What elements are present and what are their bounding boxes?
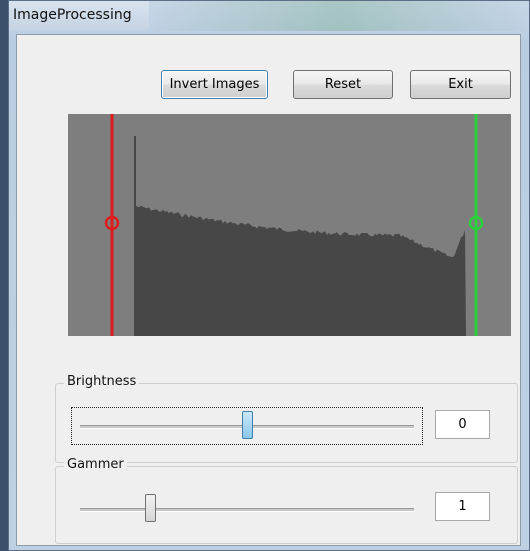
window-title: ImageProcessing <box>13 7 132 23</box>
histogram-panel[interactable] <box>68 114 511 336</box>
brightness-slider[interactable] <box>71 407 423 445</box>
gamma-value-field[interactable]: 1 <box>435 492 490 521</box>
low-level-marker[interactable] <box>104 114 120 336</box>
gamma-slider[interactable] <box>72 491 422 527</box>
gamma-slider-thumb[interactable] <box>145 494 156 522</box>
title-bar[interactable]: ImageProcessing <box>9 1 149 31</box>
reset-button[interactable]: Reset <box>293 70 393 99</box>
high-level-marker[interactable] <box>468 114 484 336</box>
brightness-label: Brightness <box>64 374 140 389</box>
gamma-group: Gammer 1 <box>55 457 518 544</box>
gamma-slider-track[interactable] <box>80 508 414 512</box>
histogram-canvas <box>68 114 511 336</box>
histogram-fill <box>134 136 466 336</box>
app-window: ImageProcessing Invert Images Reset Exit… <box>8 0 530 551</box>
brightness-value-field[interactable]: 0 <box>435 410 490 439</box>
client-area: Invert Images Reset Exit Brightness 0 Ga… <box>16 34 521 546</box>
exit-button[interactable]: Exit <box>410 70 511 99</box>
invert-images-button[interactable]: Invert Images <box>161 70 268 99</box>
brightness-group: Brightness 0 <box>55 374 518 463</box>
gamma-label: Gammer <box>64 457 127 472</box>
title-bar-strip <box>149 1 529 31</box>
brightness-slider-thumb[interactable] <box>242 411 253 439</box>
